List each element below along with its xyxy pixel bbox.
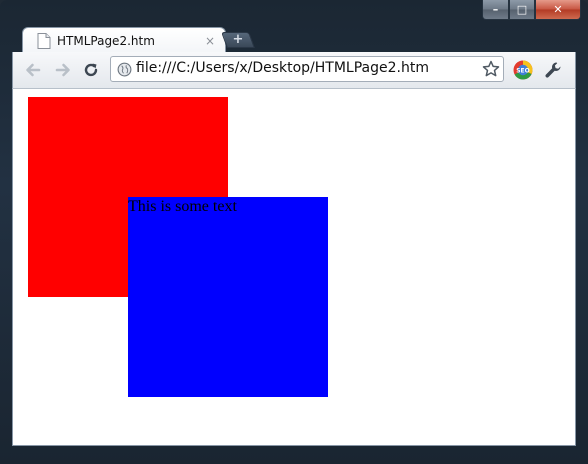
back-arrow-icon [26, 63, 41, 77]
tab-htmlpage2[interactable]: HTMLPage2.htm × [22, 27, 226, 53]
url-text: file:///C:/Users/x/Desktop/HTMLPage2.htm [136, 60, 429, 76]
new-tab-button[interactable]: + [221, 32, 255, 48]
forward-arrow-icon [55, 63, 70, 77]
toolbar: file:///C:/Users/x/Desktop/HTMLPage2.htm… [12, 52, 576, 88]
page-viewport: This is some text [12, 88, 576, 446]
reload-icon [84, 63, 98, 77]
tab-title: HTMLPage2.htm [57, 33, 155, 48]
wrench-menu-button[interactable] [541, 58, 565, 82]
maximize-button[interactable]: □ [509, 0, 535, 20]
minimize-button[interactable]: – [482, 0, 509, 20]
seo-extension-button[interactable]: SEO [511, 58, 535, 82]
tab-close-icon[interactable]: × [203, 34, 217, 48]
back-button[interactable] [21, 58, 45, 82]
page-icon [37, 32, 51, 49]
close-window-button[interactable]: ✕ [535, 0, 581, 20]
seo-extension-icon: SEO [513, 60, 533, 80]
blue-box: This is some text [128, 197, 328, 397]
browser-window: – □ ✕ HTMLPage2.htm × + file:///C:/Users… [0, 0, 588, 464]
blue-box-text: This is some text [128, 198, 237, 215]
bookmark-star-icon[interactable] [481, 59, 501, 79]
caption-buttons: – □ ✕ [482, 0, 581, 21]
wrench-icon [545, 62, 561, 78]
forward-button[interactable] [51, 58, 75, 82]
address-bar[interactable]: file:///C:/Users/x/Desktop/HTMLPage2.htm [110, 56, 504, 82]
globe-icon [117, 62, 132, 77]
seo-extension-label: SEO [516, 68, 530, 75]
reload-button[interactable] [79, 58, 103, 82]
plus-icon: + [232, 32, 244, 47]
